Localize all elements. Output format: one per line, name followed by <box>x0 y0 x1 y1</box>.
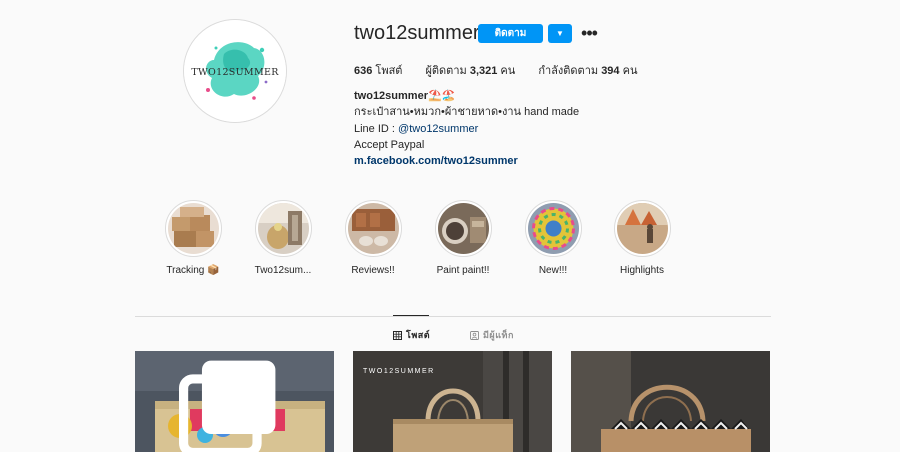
highlight-label: Tracking 📦 <box>166 265 220 276</box>
grid-icon <box>393 330 402 340</box>
line-id-handle-link[interactable]: @two12summer <box>398 123 478 135</box>
highlight-cover-image <box>527 203 579 254</box>
tab-tagged[interactable]: มีผู้แท็ก <box>470 328 514 342</box>
followers-stat[interactable]: ผู้ติดตาม 3,321 คน <box>425 61 515 79</box>
followers-count: 3,321 <box>469 65 498 77</box>
highlight-cover-ring <box>164 200 222 257</box>
highlight-cover-ring <box>254 200 312 257</box>
highlight-label: Reviews!! <box>351 265 395 276</box>
ellipsis-icon: ••• <box>581 23 598 43</box>
highlight-cover-image <box>347 203 399 254</box>
post-image <box>353 351 552 452</box>
highlight-reviews[interactable]: Reviews!! <box>335 200 411 276</box>
highlight-cover-image <box>167 203 219 254</box>
following-unit: คน <box>622 65 638 77</box>
highlight-label: Paint paint!! <box>436 265 490 276</box>
following-label: กำลังติดตาม <box>538 65 599 77</box>
posts-count-stat: 636 โพสต์ <box>354 61 402 79</box>
highlight-cover-ring <box>344 200 402 257</box>
multiple-images-icon <box>179 360 276 452</box>
highlight-label: Highlights <box>620 265 664 276</box>
following-count: 394 <box>601 65 620 77</box>
bio-website-link[interactable]: m.facebook.com/two12summer <box>354 153 579 169</box>
post-watermark: TWO12SUMMER <box>363 368 435 375</box>
bio-line-paypal: Accept Paypal <box>354 138 425 151</box>
post-thumbnail[interactable]: TWO12SUMMER <box>353 351 552 452</box>
tab-posts[interactable]: โพสต์ <box>393 328 430 342</box>
line-id-prefix: Line ID : <box>354 122 399 135</box>
highlight-cover-ring <box>434 200 492 257</box>
following-stat[interactable]: กำลังติดตาม 394 คน <box>538 61 637 79</box>
highlight-cover-image <box>257 203 309 254</box>
active-tab-indicator <box>393 315 429 316</box>
bio-name: two12summer⛱️🏖️ <box>354 90 456 102</box>
follow-button[interactable]: ติดตาม <box>478 24 543 43</box>
highlight-label: Two12sum... <box>254 265 312 276</box>
highlight-cover-ring <box>524 200 582 257</box>
followers-unit: คน <box>500 65 516 77</box>
profile-username: two12summer <box>354 22 480 44</box>
highlight-two12summer[interactable]: Two12sum... <box>245 200 321 276</box>
followers-label: ผู้ติดตาม <box>425 65 467 77</box>
highlight-new[interactable]: New!!! <box>515 200 591 276</box>
highlight-cover-ring <box>613 200 671 257</box>
avatar-logo-text: TWO12SUMMER <box>191 67 279 78</box>
profile-stats: 636 โพสต์ ผู้ติดตาม 3,321 คน กำลังติดตาม… <box>354 61 661 79</box>
tab-posts-label: โพสต์ <box>406 330 431 340</box>
story-highlights: Tracking 📦 Two12sum... Reviews!! Paint p… <box>0 200 900 285</box>
bio-line-line-id: Line ID : @two12summer <box>354 121 579 137</box>
profile-avatar[interactable]: TWO12SUMMER <box>183 19 287 123</box>
triangle-down-icon: ▼ <box>556 29 564 38</box>
avatar-logo-image: TWO12SUMMER <box>184 20 286 122</box>
more-options-button[interactable]: ••• <box>580 24 598 42</box>
tabs-divider <box>135 316 771 317</box>
highlight-highlights[interactable]: Highlights <box>604 200 680 276</box>
highlight-paint[interactable]: Paint paint!! <box>425 200 501 276</box>
tab-tagged-label: มีผู้แท็ก <box>483 330 514 340</box>
profile-bio: two12summer⛱️🏖️ กระเป๋าสาน•หมวก•ผ้าชายหา… <box>354 88 579 169</box>
highlight-cover-image <box>616 203 668 254</box>
highlight-tracking[interactable]: Tracking 📦 <box>155 200 231 276</box>
posts-count: 636 <box>354 65 373 77</box>
bio-line-products: กระเป๋าสาน•หมวก•ผ้าชายหาด•งาน hand made <box>354 106 580 119</box>
post-thumbnail[interactable] <box>571 351 770 452</box>
suggested-accounts-button[interactable]: ▼ <box>548 24 572 43</box>
post-thumbnail[interactable] <box>135 351 334 452</box>
highlight-label: New!!! <box>538 265 568 276</box>
post-image <box>571 351 770 452</box>
highlight-cover-image <box>437 203 489 254</box>
tagged-user-icon <box>470 330 479 340</box>
posts-label: โพสต์ <box>375 65 403 77</box>
